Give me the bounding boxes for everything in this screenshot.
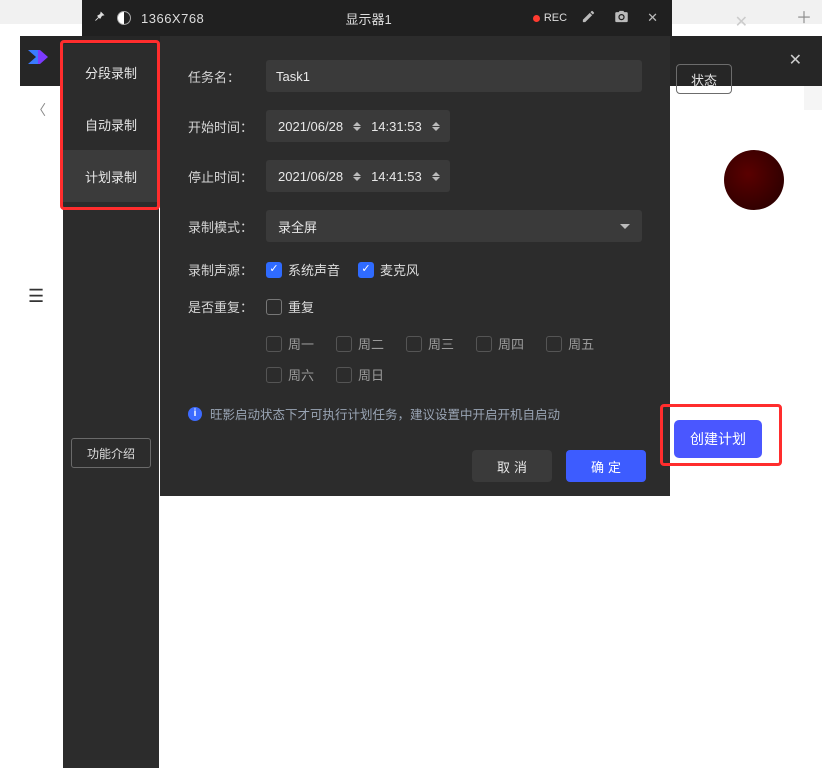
- pin-icon[interactable]: [92, 9, 107, 27]
- date-stepper-icon[interactable]: [351, 172, 363, 181]
- status-button[interactable]: 状态: [676, 64, 732, 94]
- sidebar-item-segment[interactable]: 分段录制: [63, 46, 159, 98]
- start-time-label: 开始时间：: [188, 117, 266, 136]
- time-stepper-icon[interactable]: [430, 122, 442, 131]
- day-wed-checkbox[interactable]: [406, 336, 422, 352]
- audio-label: 录制声源：: [188, 260, 266, 279]
- day-label: 周二: [358, 334, 384, 353]
- menu-icon[interactable]: ☰: [28, 286, 44, 307]
- info-text: 旺影启动状态下才可执行计划任务，建议设置中开启开机自启动: [210, 404, 560, 423]
- sidebar: 分段录制 自动录制 计划录制 功能介绍: [63, 44, 159, 768]
- edit-icon[interactable]: [577, 9, 600, 27]
- confirm-button[interactable]: 确定: [566, 450, 646, 482]
- mic-checkbox[interactable]: [358, 262, 374, 278]
- chevron-down-icon: [620, 224, 630, 229]
- day-mon-checkbox[interactable]: [266, 336, 282, 352]
- function-intro-label: 功能介绍: [87, 445, 135, 462]
- day-label: 周三: [428, 334, 454, 353]
- end-time-label: 停止时间：: [188, 167, 266, 186]
- day-label: 周一: [288, 334, 314, 353]
- back-icon[interactable]: 〈: [32, 100, 46, 120]
- mode-value: 录全屏: [278, 217, 317, 236]
- rec-indicator[interactable]: REC: [533, 12, 567, 24]
- sidebar-item-plan[interactable]: 计划录制: [63, 150, 159, 202]
- day-label: 周四: [498, 334, 524, 353]
- day-tue-checkbox[interactable]: [336, 336, 352, 352]
- end-date-value: 2021/06/28: [278, 169, 343, 184]
- day-sun-checkbox[interactable]: [336, 367, 352, 383]
- sidebar-item-label: 分段录制: [85, 63, 137, 82]
- day-label: 周日: [358, 365, 384, 384]
- resolution-label: 1366X768: [141, 11, 204, 26]
- camera-icon[interactable]: [610, 9, 633, 27]
- start-datetime-picker[interactable]: 2021/06/28 14:31:53: [266, 110, 450, 142]
- record-indicator: [724, 150, 784, 210]
- info-icon: i: [188, 407, 202, 421]
- day-label: 周五: [568, 334, 594, 353]
- date-stepper-icon[interactable]: [351, 122, 363, 131]
- day-label: 周六: [288, 365, 314, 384]
- rec-dot-icon: [533, 15, 540, 22]
- panel-close-icon[interactable]: ✕: [735, 12, 748, 32]
- recorder-topbar: 1366X768 显示器1 REC ✕: [82, 0, 672, 36]
- create-plan-button[interactable]: 创建计划: [674, 420, 762, 458]
- app-close-icon[interactable]: ✕: [789, 50, 802, 70]
- close-icon[interactable]: ✕: [643, 10, 662, 26]
- sidebar-item-label: 自动录制: [85, 115, 137, 134]
- repeat-checkbox[interactable]: [266, 299, 282, 315]
- cancel-button[interactable]: 取消: [472, 450, 552, 482]
- contrast-icon[interactable]: [117, 11, 131, 25]
- mode-select[interactable]: 录全屏: [266, 210, 642, 242]
- time-stepper-icon[interactable]: [430, 172, 442, 181]
- new-tab-icon[interactable]: ＋: [796, 4, 812, 28]
- start-time-value: 14:31:53: [371, 119, 422, 134]
- task-name-input[interactable]: [266, 60, 642, 92]
- app-logo-icon: [28, 50, 48, 64]
- sidebar-item-label: 计划录制: [85, 167, 137, 186]
- sidebar-item-auto[interactable]: 自动录制: [63, 98, 159, 150]
- day-thu-checkbox[interactable]: [476, 336, 492, 352]
- plan-dialog: 任务名： 开始时间： 2021/06/28 14:31:53 停止时间： 202…: [160, 36, 670, 496]
- end-datetime-picker[interactable]: 2021/06/28 14:41:53: [266, 160, 450, 192]
- info-message: i 旺影启动状态下才可执行计划任务，建议设置中开启开机自启动: [188, 404, 642, 423]
- display-title: 显示器1: [214, 9, 523, 28]
- repeat-label: 是否重复：: [188, 297, 266, 316]
- mode-label: 录制模式：: [188, 217, 266, 236]
- day-fri-checkbox[interactable]: [546, 336, 562, 352]
- task-name-label: 任务名：: [188, 67, 266, 86]
- repeat-value: 重复: [288, 297, 314, 316]
- mic-label: 麦克风: [380, 260, 419, 279]
- end-time-value: 14:41:53: [371, 169, 422, 184]
- system-audio-label: 系统声音: [288, 260, 340, 279]
- rec-label: REC: [544, 12, 567, 24]
- start-date-value: 2021/06/28: [278, 119, 343, 134]
- system-audio-checkbox[interactable]: [266, 262, 282, 278]
- day-sat-checkbox[interactable]: [266, 367, 282, 383]
- function-intro-button[interactable]: 功能介绍: [71, 438, 151, 468]
